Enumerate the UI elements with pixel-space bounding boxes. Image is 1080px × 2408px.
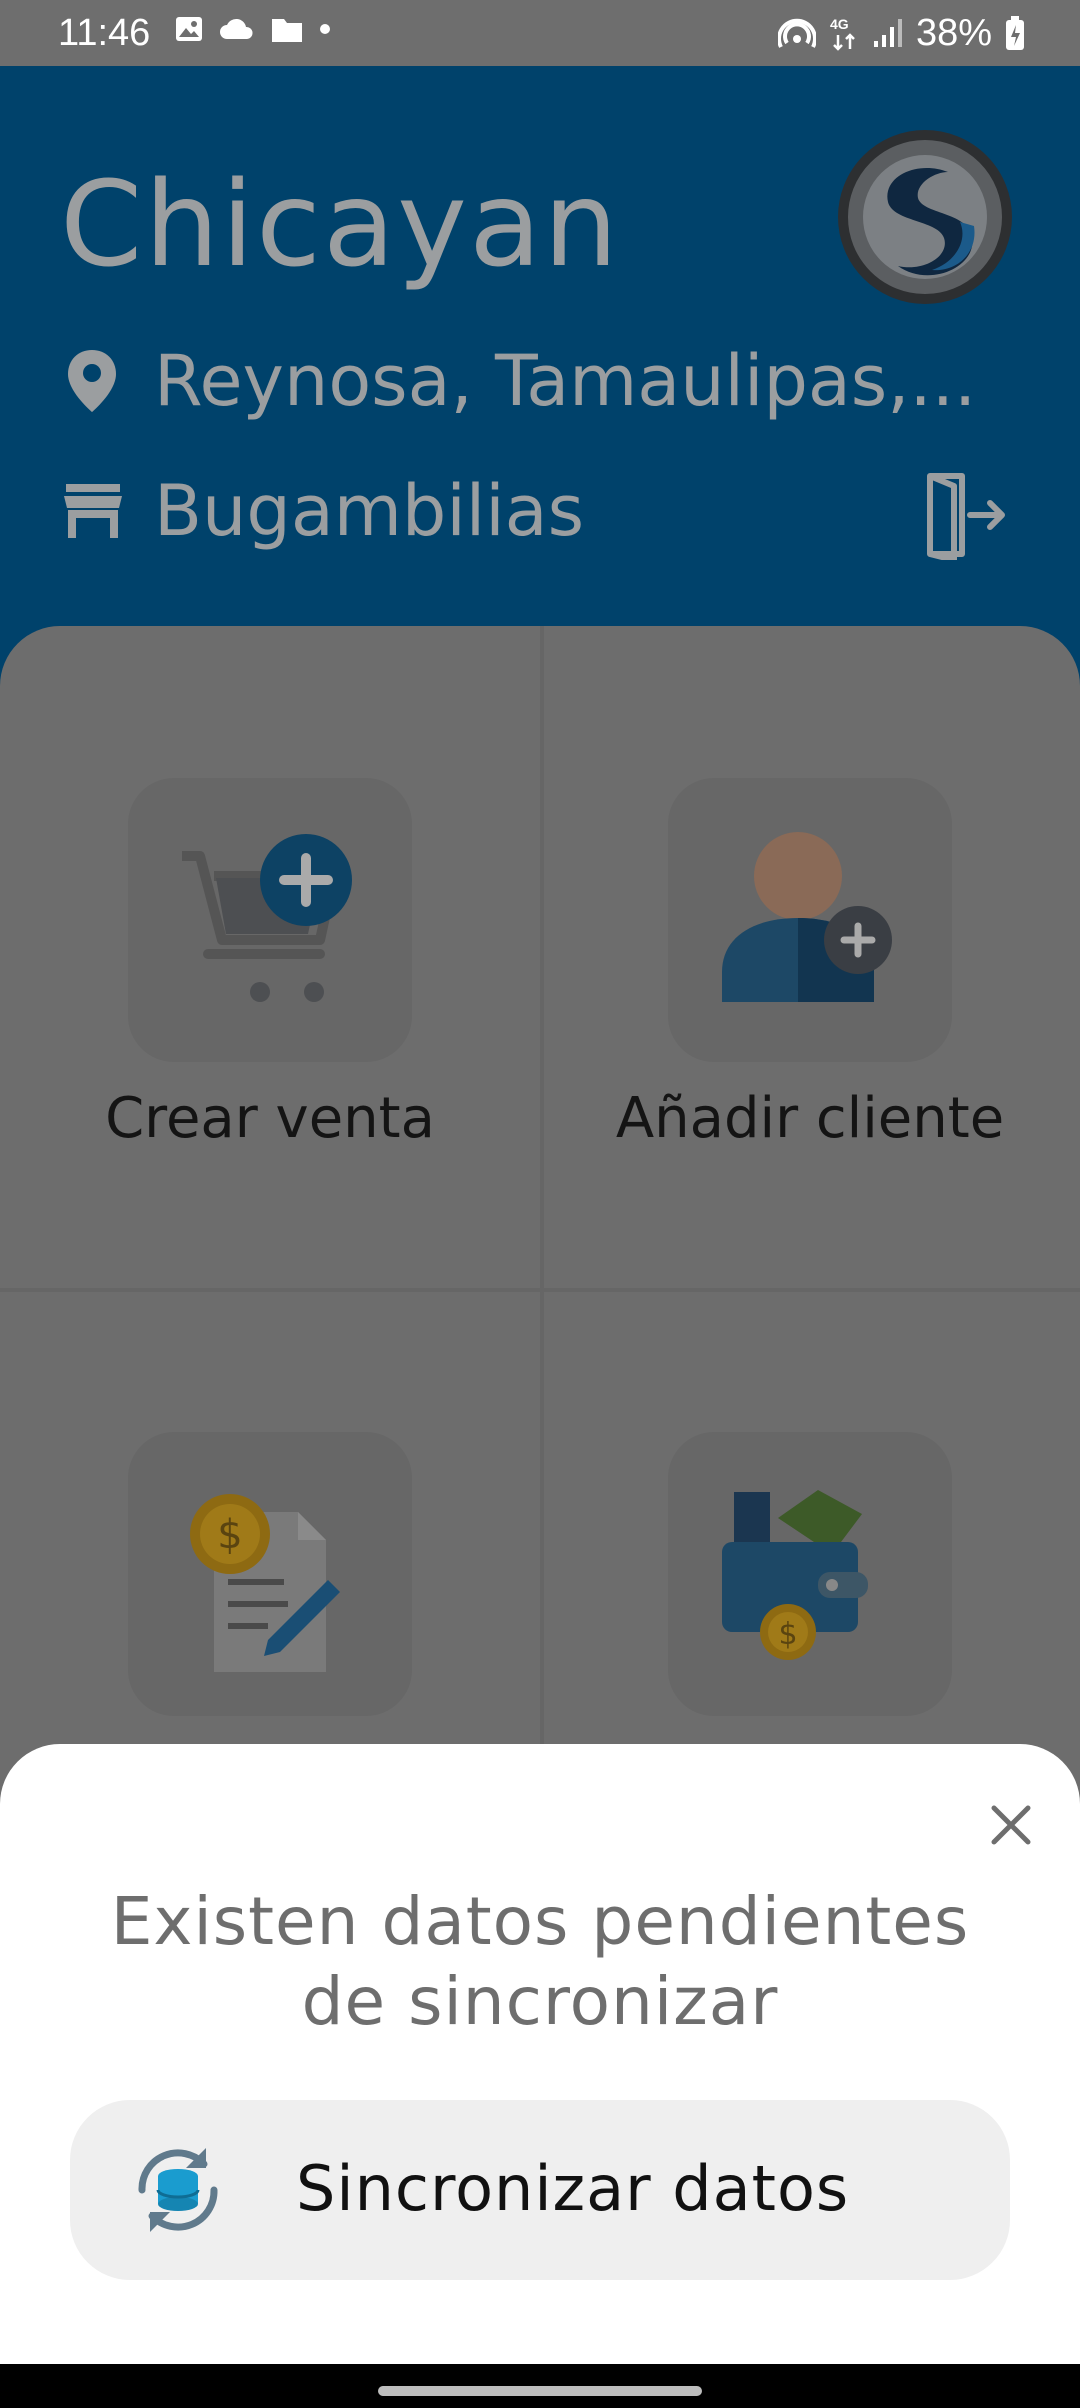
menu-grid: Crear venta Añadir cliente $ $ — [0, 626, 1080, 1826]
store-icon — [64, 484, 122, 538]
location-row: Reynosa, Tamaulipas,... — [66, 336, 976, 426]
menu-item-create-sale[interactable]: Crear venta — [0, 626, 540, 1286]
shop-title: Chicayan — [60, 155, 621, 293]
store-name: Bugambilias — [154, 470, 585, 552]
sheet-title-line-2: de sincronizar — [301, 1963, 779, 2040]
company-logo — [838, 130, 1012, 304]
add-client-icon-box — [668, 778, 952, 1062]
close-icon — [991, 1805, 1031, 1845]
wallet-icon: $ — [722, 1490, 868, 1660]
create-sale-label: Crear venta — [105, 1086, 435, 1151]
signal-icon — [873, 19, 902, 47]
dot-icon — [320, 24, 330, 34]
close-sheet-button[interactable] — [978, 1792, 1044, 1858]
image-icon — [176, 17, 202, 41]
logout-button[interactable] — [924, 470, 1008, 563]
location-text: Reynosa, Tamaulipas,... — [154, 340, 977, 422]
sheet-title-line-1: Existen datos pendientes — [110, 1883, 970, 1960]
status-time: 11:46 — [58, 12, 151, 54]
wallet-icon-box: $ — [668, 1432, 952, 1716]
menu-item-add-client[interactable]: Añadir cliente — [540, 626, 1080, 1286]
cart-add-icon — [182, 834, 352, 1002]
sheet-title: Existen datos pendientes de sincronizar — [60, 1882, 1020, 2042]
invoice-icon-box: $ — [128, 1432, 412, 1716]
cloud-icon — [220, 18, 253, 39]
add-client-label: Añadir cliente — [615, 1086, 1005, 1151]
status-system-icons: 4G 38% — [777, 8, 1026, 58]
location-pin-icon — [68, 350, 116, 412]
svg-text:$: $ — [217, 1512, 242, 1558]
status-notification-icons — [174, 14, 332, 44]
navigation-bar — [0, 2364, 1080, 2408]
home-indicator[interactable] — [378, 2386, 702, 2396]
invoice-icon: $ — [190, 1494, 340, 1672]
add-user-icon — [722, 832, 892, 1002]
status-bar: 11:46 4G 38% — [0, 0, 1080, 66]
folder-icon — [272, 19, 302, 42]
sync-bottom-sheet: Existen datos pendientes de sincronizar … — [0, 1744, 1080, 2364]
svg-text:4G: 4G — [830, 16, 849, 32]
network-4g-icon: 4G — [830, 16, 855, 51]
battery-icon — [1006, 16, 1024, 50]
store-row: Bugambilias — [62, 466, 584, 556]
logo-icon — [863, 155, 987, 279]
battery-percentage: 38% — [915, 12, 992, 54]
sync-data-button[interactable]: Sincronizar datos — [70, 2100, 1010, 2280]
svg-text:$: $ — [778, 1617, 797, 1652]
sync-button-label: Sincronizar datos — [296, 2152, 850, 2225]
store-header: Chicayan Reynosa, Tamaulipas,... Bugambi… — [0, 66, 1080, 706]
sync-database-icon — [138, 2148, 218, 2232]
create-sale-icon-box — [128, 778, 412, 1062]
logout-icon — [927, 473, 1005, 563]
hotspot-icon — [777, 18, 816, 48]
